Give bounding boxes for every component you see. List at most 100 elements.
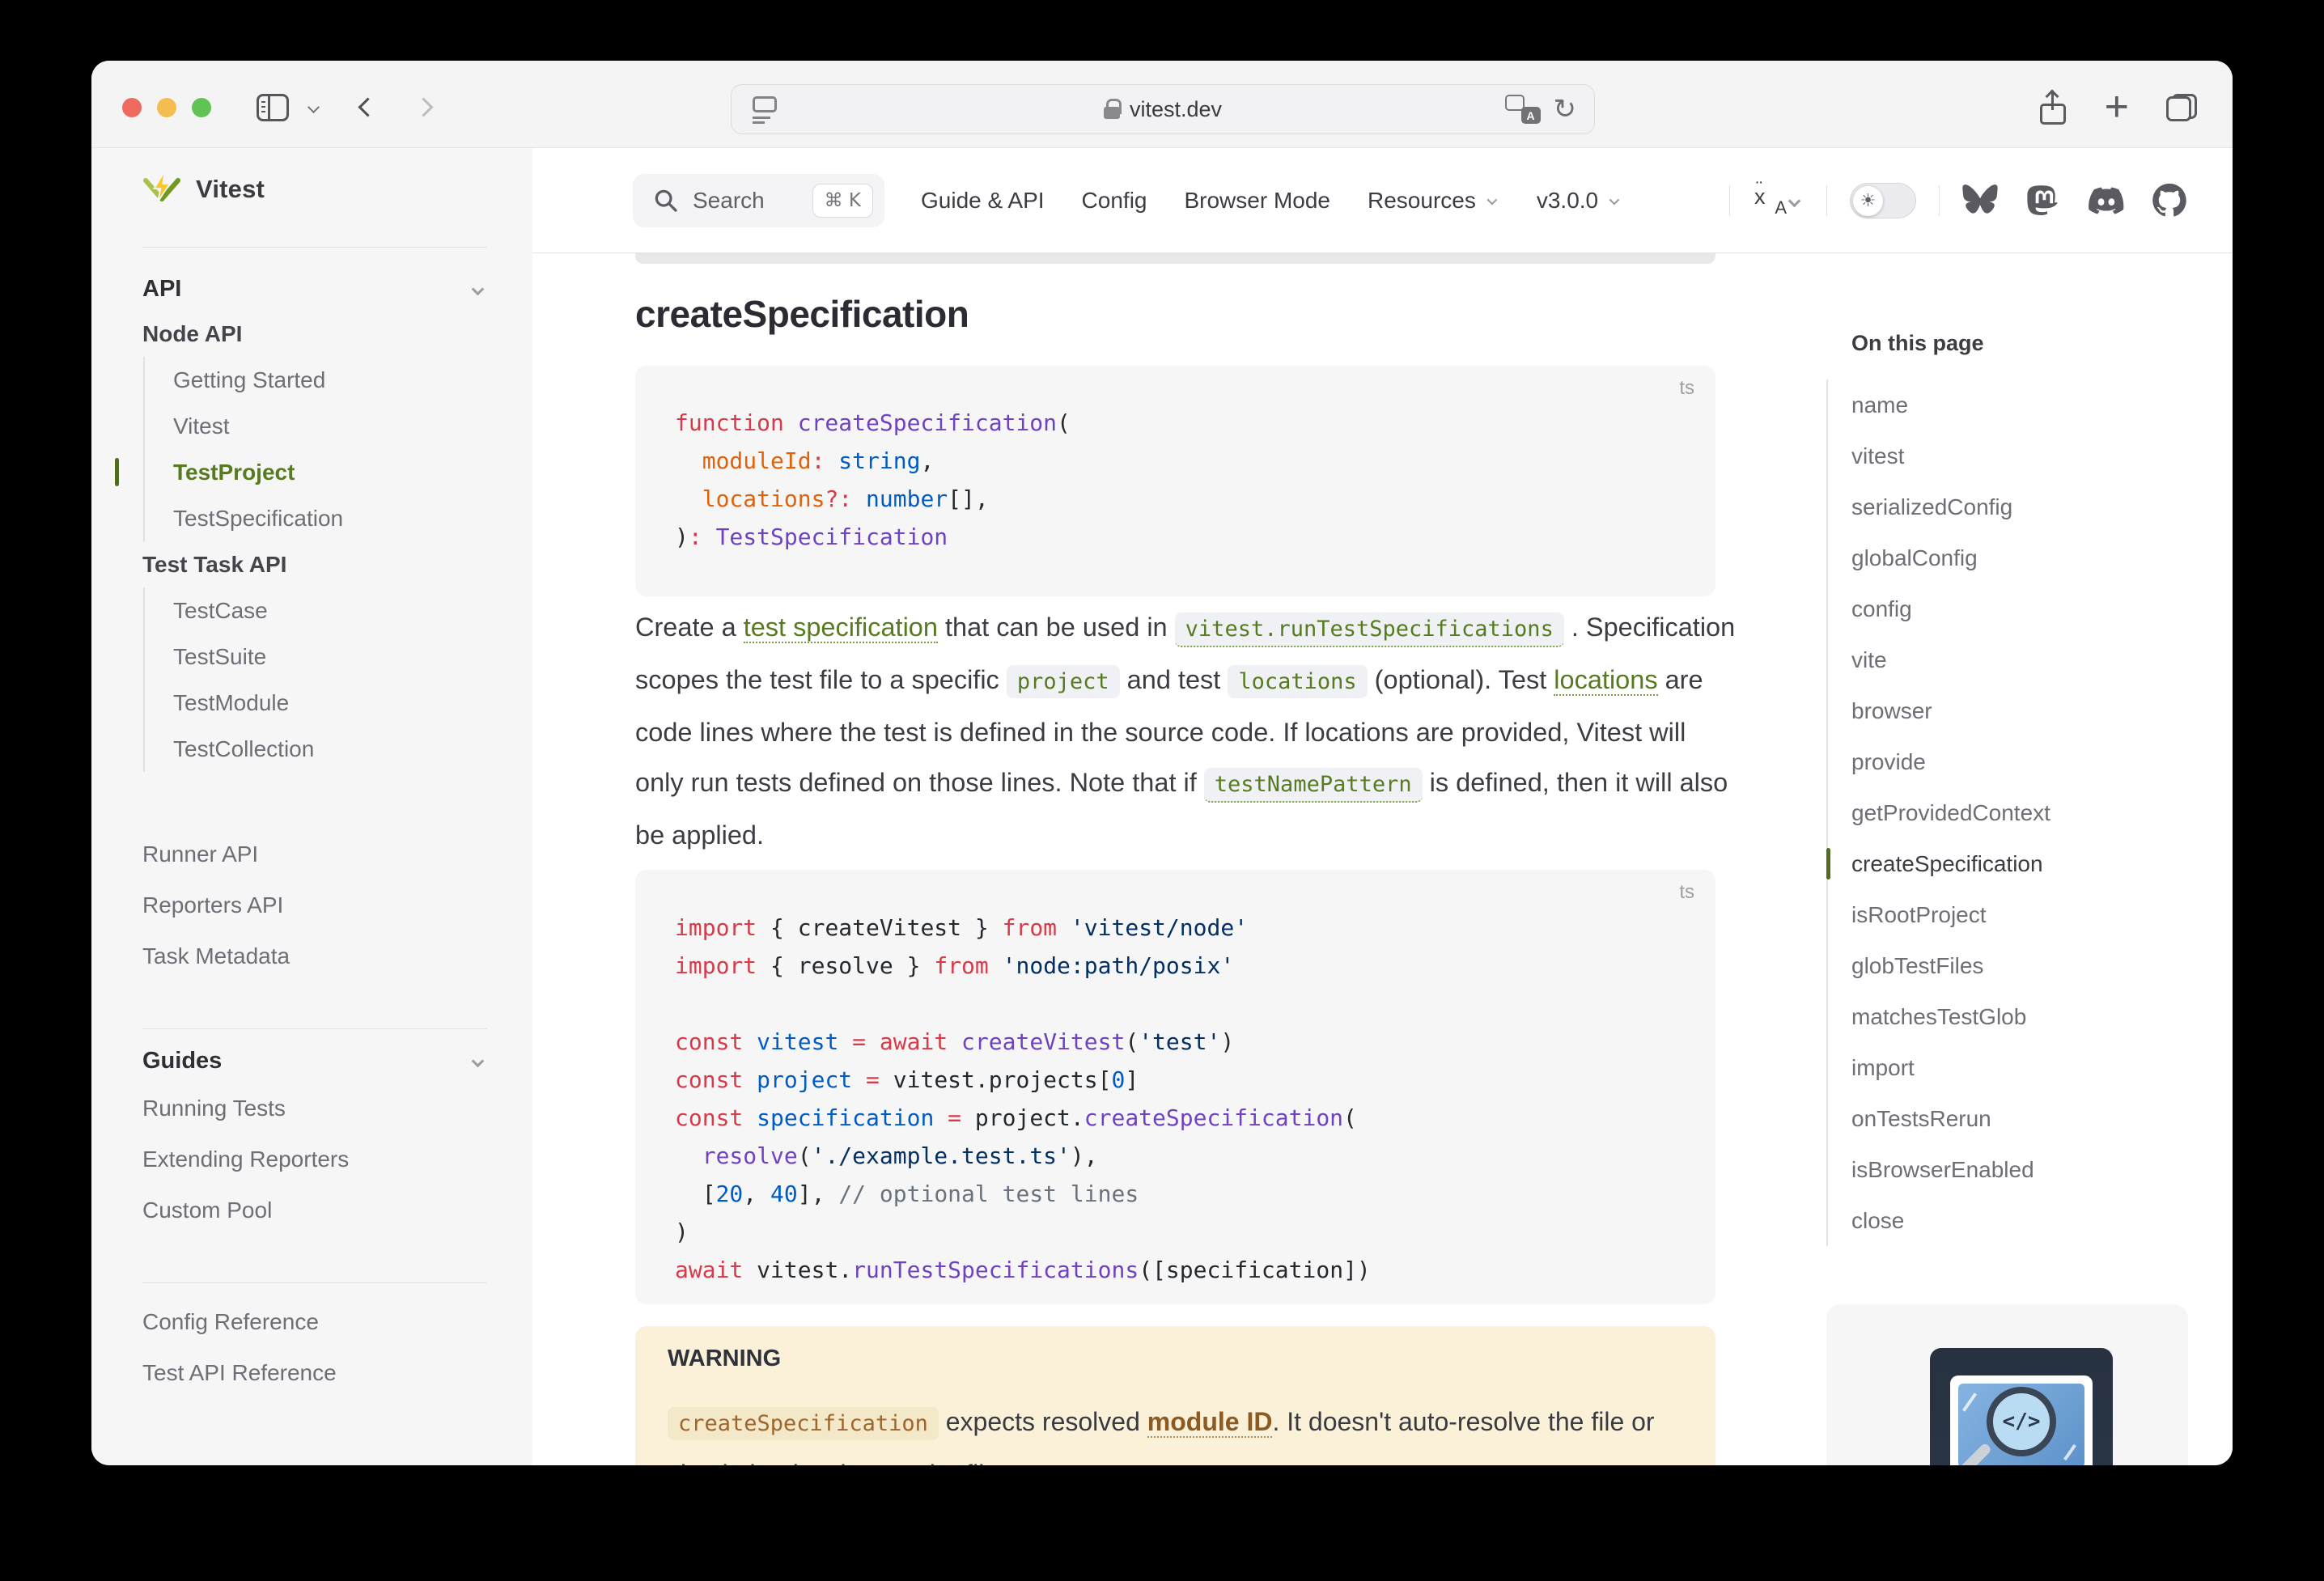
code-line: const vitest = await createVitest('test'… [675, 1023, 1715, 1061]
page-body: Vitest APINode APIGetting StartedVitestT… [91, 148, 2233, 1465]
sidebar-section-api[interactable]: API [142, 270, 487, 307]
sidebar-nav: API Node APIGetting StartedVitestTestProj… [142, 270, 487, 1398]
sidebar-item-testsuite[interactable]: TestSuite [145, 634, 487, 680]
outline-item-vitest[interactable]: vitest [1851, 430, 2173, 481]
social-links [1962, 183, 2187, 218]
nav-link-browser-mode[interactable]: Browser Mode [1184, 188, 1330, 214]
sidebar-item-running-tests[interactable]: Running Tests [142, 1083, 487, 1134]
reload-icon[interactable]: ↻ [1554, 95, 1577, 123]
outline-item-browser[interactable]: browser [1851, 685, 2173, 736]
sidebar-item-config-reference[interactable]: Config Reference [142, 1296, 487, 1347]
outline-item-getprovidedcontext[interactable]: getProvidedContext [1851, 787, 2173, 838]
sidebar-item-custom-pool[interactable]: Custom Pool [142, 1185, 487, 1236]
mastodon-icon[interactable] [2025, 183, 2061, 218]
sidebar-item-extending-reporters[interactable]: Extending Reporters [142, 1134, 487, 1185]
code-line: const specification = project.createSpec… [675, 1099, 1715, 1137]
sidebar-item-reporters-api[interactable]: Reporters API [142, 880, 487, 930]
inline-link[interactable]: locations [1554, 665, 1657, 696]
forward-button[interactable] [413, 97, 433, 117]
nav-link-label: v3.0.0 [1537, 188, 1598, 214]
discord-icon[interactable] [2089, 183, 2124, 218]
vitest-logo[interactable]: Vitest [142, 163, 487, 216]
sidebar-item-testproject[interactable]: TestProject [145, 449, 487, 495]
outline-item-globalconfig[interactable]: globalConfig [1851, 532, 2173, 583]
outline-item-matchestestglob[interactable]: matchesTestGlob [1851, 991, 2173, 1042]
chevron-down-icon[interactable] [307, 101, 320, 113]
code-line: locations?: number[], [675, 480, 1715, 518]
back-button[interactable] [358, 97, 377, 117]
nav-links: Guide & API Config Browser Mode Resources v3… [921, 148, 1622, 253]
previous-code-block-edge [635, 253, 1715, 264]
nav-link-guide-api[interactable]: Guide & API [921, 188, 1045, 214]
outline-item-provide[interactable]: provide [1851, 736, 2173, 787]
outline-item-name[interactable]: name [1851, 379, 2173, 430]
sidebar-toggle-icon[interactable] [257, 94, 289, 121]
body-text: that can be used in [938, 612, 1175, 642]
code-line: import { resolve } from 'node:path/posix… [675, 947, 1715, 985]
github-icon[interactable] [2152, 183, 2187, 218]
sidebar-section-label: API [142, 276, 181, 303]
sidebar-group-node-api[interactable]: Node API [142, 311, 487, 357]
sidebar-group-items: Getting StartedVitestTestProjectTestSpec… [143, 357, 487, 541]
minimize-window-button[interactable] [157, 98, 176, 117]
sidebar-section-label: Guides [142, 1048, 222, 1074]
nav-link-label: Guide & API [921, 188, 1045, 214]
sidebar-item-testcollection[interactable]: TestCollection [145, 726, 487, 772]
inline-code: project [1007, 665, 1120, 698]
sponsor-image: </> [1930, 1348, 2113, 1465]
share-icon[interactable] [2040, 91, 2067, 125]
outline-item-vite[interactable]: vite [1851, 634, 2173, 685]
divider [1729, 185, 1730, 216]
outline-item-globtestfiles[interactable]: globTestFiles [1851, 940, 2173, 991]
outline-item-isrootproject[interactable]: isRootProject [1851, 889, 2173, 940]
tab-overview-icon[interactable] [2166, 94, 2197, 121]
inline-link[interactable]: module ID [1147, 1407, 1273, 1438]
code-block-signature: ts function createSpecification( moduleI… [635, 366, 1715, 596]
sidebar-item-testspecification[interactable]: TestSpecification [145, 495, 487, 541]
nav-link-resources[interactable]: Resources [1368, 188, 1499, 214]
inline-code[interactable]: testNamePattern [1204, 768, 1423, 803]
outline-item-config[interactable]: config [1851, 583, 2173, 634]
monitor-graphic: </> [1950, 1375, 2093, 1465]
description-paragraph: Create a test specification that can be … [635, 602, 1736, 860]
inline-link[interactable]: test specification [744, 612, 938, 643]
language-menu[interactable]: ¨xA [1753, 183, 1804, 218]
inline-code[interactable]: vitest.runTestSpecifications [1175, 612, 1564, 647]
inline-code: createSpecification [668, 1407, 939, 1440]
search-label: Search [693, 188, 765, 214]
sidebar-section-guides[interactable]: Guides [142, 1042, 487, 1079]
outline-item-createspecification[interactable]: createSpecification [1851, 838, 2173, 889]
translate-icon[interactable]: A [1505, 95, 1541, 124]
sidebar-item-getting-started[interactable]: Getting Started [145, 357, 487, 403]
sponsor-card[interactable]: </> [1826, 1304, 2188, 1465]
outline-item-serializedconfig[interactable]: serializedConfig [1851, 481, 2173, 532]
code-line: moduleId: string, [675, 442, 1715, 480]
sidebar-item-task-metadata[interactable]: Task Metadata [142, 930, 487, 981]
outline-item-close[interactable]: close [1851, 1195, 2173, 1246]
outline-item-isbrowserenabled[interactable]: isBrowserEnabled [1851, 1144, 2173, 1195]
theme-toggle[interactable]: ☀ [1850, 183, 1916, 218]
zoom-window-button[interactable] [192, 98, 211, 117]
close-window-button[interactable] [122, 98, 142, 117]
outline-item-ontestsrerun[interactable]: onTestsRerun [1851, 1093, 2173, 1144]
new-tab-icon[interactable]: + [2105, 91, 2129, 125]
sidebar-item-testcase[interactable]: TestCase [145, 587, 487, 634]
search-button[interactable]: Search ⌘ K [633, 174, 884, 227]
bluesky-icon[interactable] [1962, 183, 1998, 218]
sidebar-item-testmodule[interactable]: TestModule [145, 680, 487, 726]
search-icon [652, 187, 680, 214]
code-line: const project = vitest.projects[0] [675, 1061, 1715, 1099]
page-title: createSpecification [635, 292, 969, 336]
nav-link-v3-0-0[interactable]: v3.0.0 [1537, 188, 1622, 214]
outline-item-import[interactable]: import [1851, 1042, 2173, 1093]
site-title: Vitest [196, 175, 265, 204]
address-bar[interactable]: vitest.dev A ↻ [731, 84, 1595, 134]
sidebar-item-vitest[interactable]: Vitest [145, 403, 487, 449]
vitest-logo-icon [142, 170, 181, 209]
nav-link-config[interactable]: Config [1082, 188, 1147, 214]
on-this-page-outline: On this page namevitestserializedConfigg… [1825, 253, 2197, 1465]
sidebar-group-test-task-api[interactable]: Test Task API [142, 541, 487, 587]
sidebar-item-test-api-reference[interactable]: Test API Reference [142, 1347, 487, 1398]
sidebar-item-runner-api[interactable]: Runner API [142, 829, 487, 880]
code-line: ): TestSpecification [675, 518, 1715, 556]
